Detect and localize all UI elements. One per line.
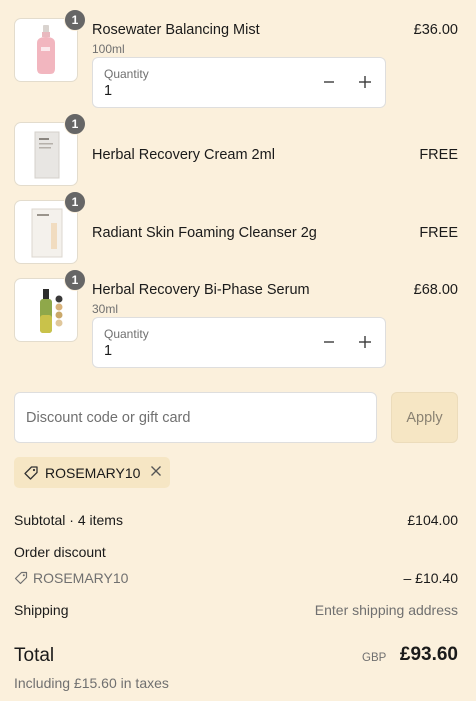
discount-code-label: ROSEMARY10	[33, 570, 129, 586]
product-name: Radiant Skin Foaming Cleanser 2g	[92, 225, 317, 241]
product-thumbnail: 1	[14, 269, 86, 342]
quantity-badge: 1	[64, 9, 86, 31]
product-thumbnail: 1	[14, 113, 86, 186]
discount-code-input[interactable]	[14, 392, 377, 443]
line-item: 1 Herbal Recovery Bi-Phase Serum 30ml £6…	[14, 269, 462, 370]
apply-discount-button[interactable]: Apply	[391, 392, 458, 443]
total-label: Total	[14, 645, 55, 666]
quantity-label: Quantity	[104, 67, 149, 81]
remove-discount-button[interactable]	[150, 464, 162, 481]
discount-tag: ROSEMARY10	[14, 570, 128, 586]
quantity-label: Quantity	[104, 327, 149, 341]
increase-quantity-button[interactable]	[353, 330, 377, 354]
total-amount: £93.60	[399, 644, 458, 665]
minus-icon	[324, 81, 334, 83]
product-price: FREE	[419, 147, 458, 163]
tag-icon	[14, 571, 28, 585]
product-name: Rosewater Balancing Mist	[92, 22, 260, 38]
order-discount-row: Order discount	[14, 544, 458, 560]
discount-code-row: ROSEMARY10 – £10.40	[14, 570, 458, 588]
shipping-label: Shipping	[14, 602, 69, 618]
discount-value: – £10.40	[403, 570, 459, 586]
minus-icon	[324, 341, 334, 343]
product-name: Herbal Recovery Cream 2ml	[92, 147, 275, 163]
decrease-quantity-button[interactable]	[317, 70, 341, 94]
quantity-stepper[interactable]: Quantity 1	[92, 57, 386, 108]
product-price: £68.00	[413, 282, 458, 298]
order-discount-label: Order discount	[14, 544, 106, 560]
product-thumbnail: 1	[14, 9, 86, 82]
product-variant: 30ml	[92, 302, 119, 316]
tag-icon	[24, 465, 38, 480]
shipping-row: Shipping Enter shipping address	[14, 602, 458, 618]
shipping-value: Enter shipping address	[314, 602, 458, 618]
quantity-badge: 1	[64, 191, 86, 213]
quantity-badge: 1	[64, 113, 86, 135]
total-currency: GBP	[362, 652, 387, 664]
plus-icon	[359, 336, 371, 348]
product-variant: 100ml	[92, 42, 125, 56]
line-item: 1 Herbal Recovery Cream 2ml FREE	[14, 113, 462, 186]
product-thumbnail: 1	[14, 191, 86, 264]
close-icon	[151, 466, 162, 476]
increase-quantity-button[interactable]	[353, 70, 377, 94]
quantity-value[interactable]: 1	[104, 343, 112, 359]
applied-discount-code: ROSEMARY10	[45, 464, 141, 481]
product-price: FREE	[419, 225, 458, 241]
line-item: 1 Radiant Skin Foaming Cleanser 2g FREE	[14, 191, 462, 264]
taxes-note: Including £15.60 in taxes	[14, 675, 169, 691]
line-item: 1 Rosewater Balancing Mist 100ml £36.00 …	[14, 9, 462, 110]
quantity-badge: 1	[64, 269, 86, 291]
quantity-stepper[interactable]: Quantity 1	[92, 317, 386, 368]
subtotal-value: £104.00	[407, 512, 458, 528]
subtotal-row: Subtotal · 4 items £104.00	[14, 512, 458, 528]
quantity-value[interactable]: 1	[104, 83, 112, 99]
plus-icon	[359, 76, 371, 88]
subtotal-label: Subtotal · 4 items	[14, 512, 123, 528]
product-price: £36.00	[413, 22, 458, 38]
applied-discount-chip: ROSEMARY10	[14, 457, 170, 488]
decrease-quantity-button[interactable]	[317, 330, 341, 354]
product-name: Herbal Recovery Bi-Phase Serum	[92, 282, 310, 298]
